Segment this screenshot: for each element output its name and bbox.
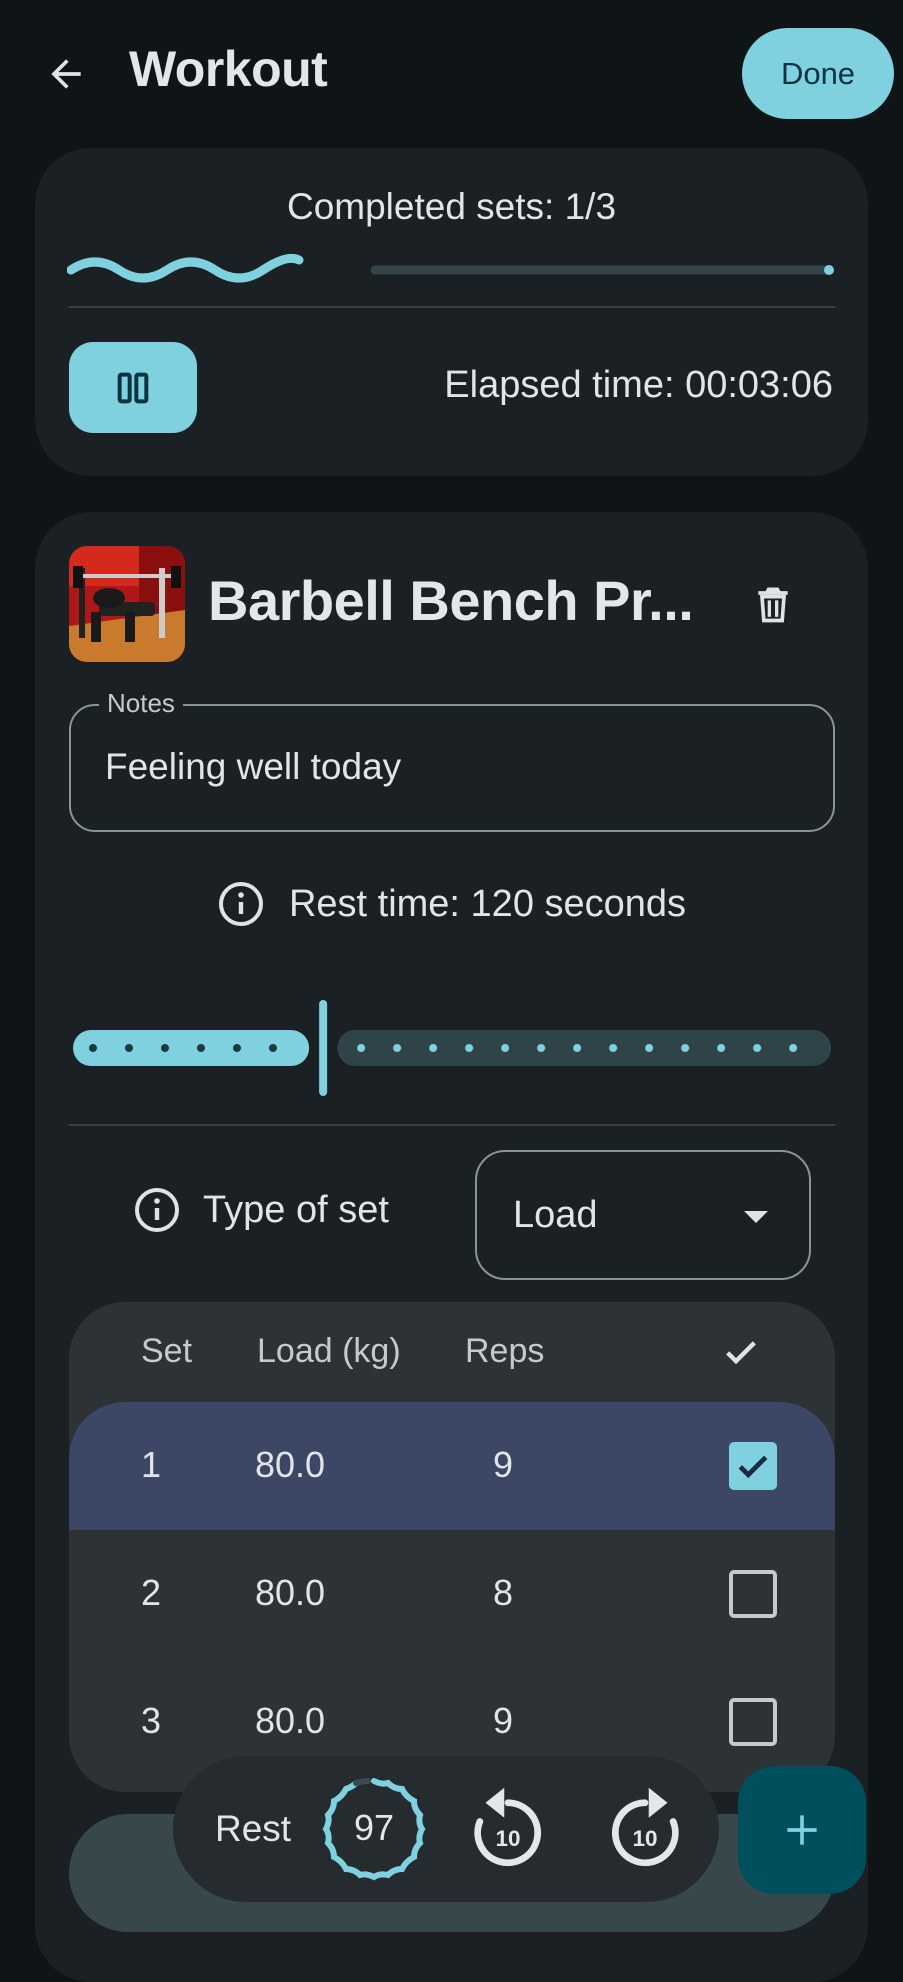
slider-tick <box>357 1044 366 1052</box>
rewind-10-button[interactable]: 10 <box>463 1784 553 1874</box>
svg-text:10: 10 <box>632 1826 657 1851</box>
row-reps: 8 <box>493 1572 514 1613</box>
exercise-thumbnail <box>69 546 185 662</box>
row-reps: 9 <box>493 1444 514 1485</box>
slider-tick <box>753 1044 762 1052</box>
slider-tick <box>465 1044 474 1052</box>
trash-icon <box>758 587 788 623</box>
back-button[interactable] <box>40 48 92 100</box>
plus-icon <box>787 1815 817 1845</box>
top-app-bar: Workout Done <box>0 0 903 146</box>
row-load: 80.0 <box>255 1572 326 1613</box>
forward-10-button[interactable]: 10 <box>600 1784 690 1874</box>
set-done-checkbox[interactable] <box>729 1442 777 1490</box>
table-header: Set Load (kg) Reps <box>69 1302 835 1402</box>
set-done-checkbox[interactable] <box>729 1698 777 1746</box>
delete-exercise-button[interactable] <box>747 578 799 630</box>
completed-sets-label: Completed sets: 1/3 <box>286 186 617 227</box>
slider-tick <box>501 1044 510 1052</box>
table-row[interactable]: 1 80.0 9 <box>69 1402 835 1530</box>
add-exercise-fab[interactable] <box>738 1766 866 1894</box>
info-icon <box>218 882 263 926</box>
slider-tick <box>645 1044 654 1052</box>
slider-tick <box>537 1044 546 1052</box>
elapsed-time: Elapsed time: 00:03:06 <box>444 364 833 406</box>
slider-tick <box>681 1044 690 1052</box>
rest-label: Rest <box>215 1808 292 1849</box>
slider-tick <box>789 1044 798 1052</box>
notes-label: Notes <box>99 688 183 719</box>
header-set: Set <box>141 1332 193 1370</box>
progress-wave <box>67 253 304 283</box>
slider-tick <box>393 1044 402 1052</box>
slider-tick <box>717 1044 726 1052</box>
check-icon <box>738 1455 768 1479</box>
sets-table: Set Load (kg) Reps 1 80.0 9 2 80.0 8 3 8… <box>69 1302 835 1792</box>
exercise-name: Barbell Bench Pr... <box>208 569 694 632</box>
row-set: 2 <box>141 1572 162 1613</box>
set-done-checkbox[interactable] <box>729 1570 777 1618</box>
rest-count: 97 <box>353 1807 395 1848</box>
slider-tick <box>429 1044 438 1052</box>
slider-tick <box>125 1044 133 1052</box>
type-of-set-text: Type of set <box>203 1188 389 1231</box>
page-title: Workout <box>129 41 328 97</box>
rest-time-info: Rest time: 120 seconds <box>35 880 868 928</box>
arrow-left-icon <box>51 59 81 89</box>
info-icon <box>135 1188 179 1232</box>
slider-tick <box>161 1044 169 1052</box>
divider <box>69 306 835 308</box>
table-row[interactable]: 2 80.0 8 <box>69 1530 835 1658</box>
rest-countdown: 97 <box>318 1773 430 1885</box>
done-button[interactable]: Done <box>742 28 894 119</box>
slider-tick <box>89 1044 97 1052</box>
slider-tick <box>609 1044 618 1052</box>
slider-tick <box>269 1044 277 1052</box>
notes-field[interactable]: Notes Feeling well today <box>69 688 835 832</box>
type-of-set-label: Type of set <box>133 1186 389 1234</box>
forward-10-icon: 10 <box>612 1787 679 1867</box>
slider-thumb <box>319 1000 328 1096</box>
replay-10-icon: 10 <box>474 1787 541 1867</box>
progress-end-dot <box>824 265 834 275</box>
set-type-value: Load <box>513 1194 598 1236</box>
check-icon <box>726 1341 756 1365</box>
set-type-dropdown[interactable]: Load <box>475 1150 811 1280</box>
slider-tick <box>233 1044 241 1052</box>
slider-tick <box>573 1044 582 1052</box>
row-set: 3 <box>141 1700 162 1741</box>
rest-time-slider[interactable] <box>69 992 835 1102</box>
pause-button[interactable] <box>69 342 197 433</box>
divider <box>69 1124 835 1126</box>
row-load: 80.0 <box>255 1700 326 1741</box>
rest-time-label: Rest time: 120 seconds <box>288 882 687 925</box>
row-load: 80.0 <box>255 1444 326 1485</box>
row-set: 1 <box>141 1444 162 1485</box>
slider-tick <box>197 1044 205 1052</box>
progress-card: Completed sets: 1/3 Elapsed time: 00:03:… <box>35 148 868 476</box>
notes-value: Feeling well today <box>105 746 402 787</box>
pause-icon <box>117 372 149 403</box>
caret-down-icon <box>744 1211 768 1223</box>
header-reps: Reps <box>465 1332 545 1370</box>
completed-sets-progress <box>67 253 834 283</box>
header-load: Load (kg) <box>257 1332 401 1370</box>
row-reps: 9 <box>493 1700 514 1741</box>
svg-text:10: 10 <box>495 1826 520 1851</box>
rest-timer-bar: Rest 97 10 10 <box>173 1756 719 1902</box>
